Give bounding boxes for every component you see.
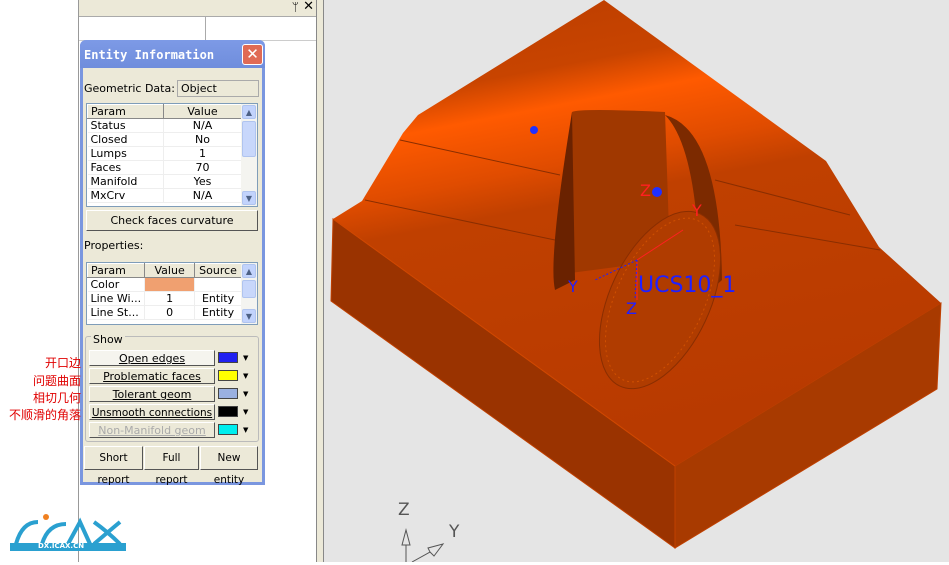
chevron-down-icon[interactable]: ▼: [243, 390, 248, 398]
chevron-down-icon[interactable]: ▼: [243, 372, 248, 380]
column-header[interactable]: Value: [163, 104, 242, 119]
table-row[interactable]: Line St... 0 Entity: [87, 305, 242, 320]
button-label: Open edges: [118, 352, 186, 365]
close-icon[interactable]: ✕: [303, 0, 314, 14]
entity-information-dialog: Entity Information ✕ Geometric Data: Obj…: [80, 40, 265, 486]
tolerant-geom-button[interactable]: Tolerant geom: [89, 386, 215, 402]
logo-subtext: DX.ICAX.CN: [38, 542, 85, 550]
panel-titlebar: ᛘ ✕: [79, 0, 321, 17]
panel-header-row: [79, 17, 321, 41]
properties-label: Properties:: [84, 239, 144, 252]
annotation-unsmooth-connections: 不顺滑的角落: [8, 408, 81, 422]
button-label: Tolerant geom: [112, 388, 192, 401]
table-row[interactable]: Closed No: [87, 132, 242, 147]
ucs-label: UCS10_1: [638, 273, 736, 298]
axis-label-y-blue: Y: [567, 277, 578, 296]
geometric-data-label: Geometric Data:: [84, 82, 175, 95]
table-row[interactable]: Faces 70: [87, 160, 242, 175]
ucs-marker: [530, 126, 538, 134]
annotation-open-edges: 开口边: [44, 356, 81, 370]
splitter[interactable]: [316, 0, 324, 562]
icax-logo: DX.ICAX.CN: [8, 512, 128, 552]
triad-z-label: Z: [398, 500, 410, 520]
table-row[interactable]: Lumps 1: [87, 146, 242, 161]
button-label: Non-Manifold geom: [98, 424, 206, 437]
triad-y-arrow: [411, 543, 445, 563]
column-header[interactable]: Param: [87, 104, 164, 119]
show-label: Show: [91, 333, 125, 346]
close-icon[interactable]: ✕: [242, 44, 263, 65]
scrollbar[interactable]: ▲ ▼: [241, 104, 257, 206]
ucs-origin-marker: [652, 187, 662, 197]
table-row[interactable]: Line Wi... 1 Entity: [87, 291, 242, 306]
table-row[interactable]: Manifold Yes: [87, 174, 242, 189]
open-edges-color[interactable]: [218, 352, 238, 363]
chevron-down-icon[interactable]: ▼: [243, 426, 248, 434]
check-faces-curvature-button[interactable]: Check faces curvature: [86, 210, 258, 231]
geometric-data-table[interactable]: Param Value Status N/A Closed No Lumps 1 Fac…: [86, 103, 258, 207]
full-report-button[interactable]: Full report: [144, 446, 199, 486]
axis-label-y-red: Y: [691, 201, 702, 220]
3d-viewport[interactable]: Z Y Y Z UCS10_1 Z Y: [324, 0, 949, 563]
unsmooth-connections-button[interactable]: Unsmooth connections: [89, 404, 215, 420]
button-label: Unsmooth connections: [91, 407, 213, 419]
pin-icon[interactable]: ᛘ: [292, 0, 299, 14]
scrollbar[interactable]: ▲ ▼: [241, 263, 257, 324]
button-label: Problematic faces: [103, 370, 201, 383]
new-entity-button[interactable]: New entity: [200, 446, 258, 486]
tolerant-geom-color[interactable]: [218, 388, 238, 399]
geometric-data-field: Object: [177, 80, 259, 97]
chevron-down-icon[interactable]: ▼: [243, 354, 248, 362]
non-manifold-geom-button: Non-Manifold geom: [89, 422, 215, 438]
annotation-problematic-faces: 问题曲面: [32, 374, 81, 388]
non-manifold-geom-color[interactable]: [218, 424, 238, 435]
chevron-down-icon[interactable]: ▼: [243, 408, 248, 416]
column-header[interactable]: Source: [194, 263, 242, 278]
triad-y-label: Y: [448, 522, 460, 542]
problematic-faces-button[interactable]: Problematic faces: [89, 368, 215, 384]
table-row[interactable]: MxCrv N/A: [87, 188, 242, 203]
annotation-tolerant-geom: 相切几何: [32, 391, 81, 405]
column-header[interactable]: Value: [144, 263, 196, 278]
column-header[interactable]: Param: [87, 263, 146, 278]
axis-label-z-blue: Z: [626, 299, 637, 318]
triad-z-arrow: [401, 528, 411, 562]
open-edges-button[interactable]: Open edges: [89, 350, 215, 366]
unsmooth-connections-color[interactable]: [218, 406, 238, 417]
properties-table[interactable]: Param Value Source Color Line Wi... 1 Entity…: [86, 262, 258, 325]
model-view: Z Y Y Z UCS10_1 Z Y: [330, 0, 942, 563]
color-swatch[interactable]: [144, 277, 196, 292]
axis-label-z-red: Z: [640, 181, 651, 200]
short-report-button[interactable]: Short report: [84, 446, 143, 486]
table-row[interactable]: Color: [87, 277, 242, 292]
problematic-faces-color[interactable]: [218, 370, 238, 381]
dialog-title: Entity Information: [80, 40, 265, 68]
table-row[interactable]: Status N/A: [87, 118, 242, 133]
